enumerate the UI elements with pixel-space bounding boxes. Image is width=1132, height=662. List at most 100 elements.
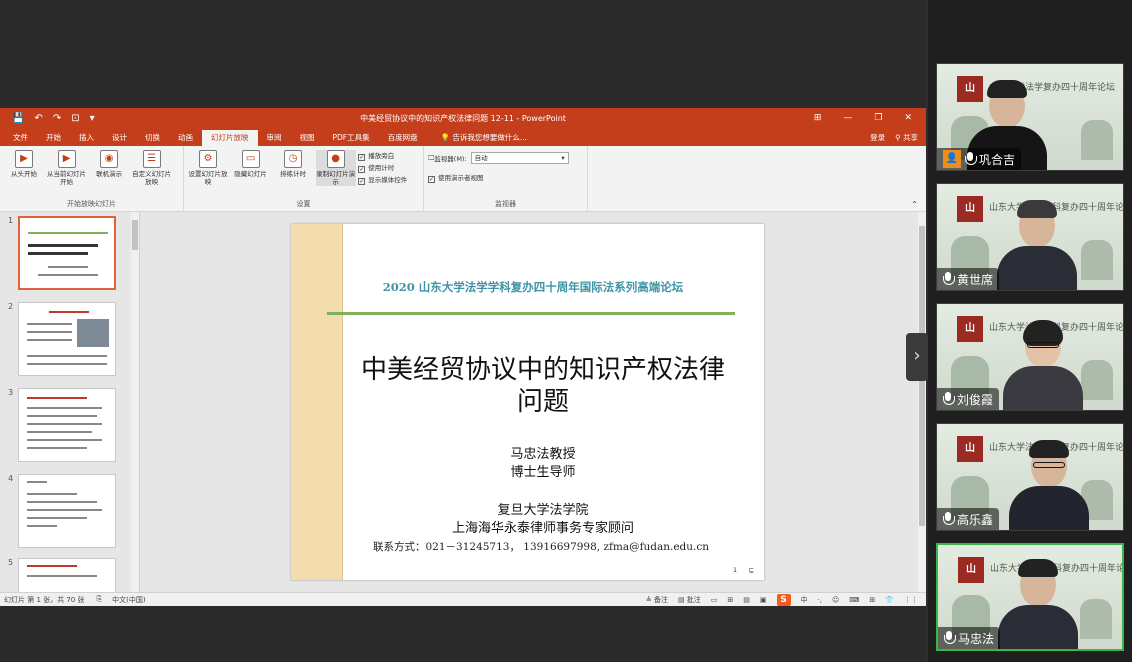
slide-thumbnail-5[interactable]	[18, 558, 116, 592]
setup-show-label: 设置幻灯片放映	[188, 170, 228, 186]
tab-view[interactable]: 视图	[291, 130, 324, 146]
ime-punctuation[interactable]: ·,	[818, 596, 822, 604]
ribbon: ▶ 从头开始 ▶ 从当前幻灯片开始 ◉ 联机演示 ☰ 自定义幻灯片放映 开始放映幻灯片 …	[0, 146, 926, 212]
participant-name-bar: 👤 巩合吉	[937, 148, 1022, 170]
ribbon-display-icon[interactable]: ⊞	[814, 113, 822, 123]
participant-name: 高乐鑫	[957, 512, 994, 527]
globe-icon: ◉	[100, 150, 119, 168]
close-icon[interactable]: ✕	[904, 113, 912, 123]
tab-animations[interactable]: 动画	[169, 130, 202, 146]
ime-emoji-icon[interactable]: ☺	[832, 596, 839, 604]
slide-thumbnail-4[interactable]	[18, 474, 116, 548]
tab-pdf-tools[interactable]: PDF工具集	[324, 130, 379, 146]
slide-contact: 联系方式：021－31245713， 13916697998, zfma@fud…	[372, 541, 710, 553]
tell-me-box[interactable]: 💡 告诉我您想要做什么...	[427, 130, 527, 146]
window-buttons: ⊞ — ❐ ✕	[814, 113, 926, 123]
presenter-name: 马忠法教授	[510, 447, 576, 462]
show-media-controls-checkbox[interactable]: ✓ 显示媒体控件	[358, 174, 407, 186]
hide-slide-button[interactable]: ▭ 隐藏幻灯片	[231, 150, 271, 178]
participant-tile[interactable]: 山 山东大学法学学科复办四十周年论坛 黄世席	[936, 183, 1124, 291]
ime-keyboard-icon[interactable]: ⌨	[849, 596, 859, 604]
participant-name-bar: 黄世席	[937, 268, 1000, 290]
screen-share-area: 💾 ↶ ↷ ⊡ ▾ 中美经贸协议中的知识产权法律问题 12-11 - Power…	[0, 0, 926, 662]
hide-slide-label: 隐藏幻灯片	[234, 170, 267, 178]
meeting-screen: 💾 ↶ ↷ ⊡ ▾ 中美经贸协议中的知识产权法律问题 12-11 - Power…	[0, 0, 1132, 662]
restore-icon[interactable]: ❐	[874, 113, 882, 123]
ribbon-group-start-show: ▶ 从头开始 ▶ 从当前幻灯片开始 ◉ 联机演示 ☰ 自定义幻灯片放映 开始放映幻灯片	[0, 146, 184, 211]
participant-tile[interactable]: 山 山东大学法学复办四十周年论坛 👤 巩合吉	[936, 63, 1124, 171]
university-logo: 山	[957, 436, 983, 462]
participant-tile-active-speaker[interactable]: 山 山东大学法学学科复办四十周年论坛 马忠法	[936, 543, 1124, 651]
slide-thumbnail-2[interactable]	[18, 302, 116, 376]
participant-tile[interactable]: 山 山东大学法学学科复办四十周年论坛 刘俊霞	[936, 303, 1124, 411]
setup-show-button[interactable]: ⚙ 设置幻灯片放映	[188, 150, 228, 186]
from-beginning-button[interactable]: ▶ 从头开始	[4, 150, 44, 178]
slide-institution: 复旦大学法学院 上海海华永泰律师事务专家顾问	[343, 502, 743, 538]
participant-name-bar: 刘俊霞	[937, 388, 1000, 410]
thumb-number: 5	[8, 558, 14, 567]
from-current-button[interactable]: ▶ 从当前幻灯片开始	[47, 150, 87, 186]
spellcheck-icon[interactable]: ⎘	[97, 595, 103, 604]
tab-transitions[interactable]: 切换	[136, 130, 169, 146]
comments-button[interactable]: ▤ 批注	[678, 595, 701, 605]
ime-skin-icon[interactable]: 👕	[885, 596, 894, 604]
participant-name: 黄世席	[957, 272, 994, 287]
title-bar: 💾 ↶ ↷ ⊡ ▾ 中美经贸协议中的知识产权法律问题 12-11 - Power…	[0, 108, 926, 128]
slide-editing-pane: 2020 山东大学法学学科复办四十周年国际法系列高端论坛 中美经贸协议中的知识产…	[141, 212, 926, 592]
slide-thumbnail-1[interactable]	[18, 216, 116, 290]
ribbon-group-monitors: 🖵 监视器(M): 自动 ▾ ✓ 使用演示者视图 监视器	[424, 146, 588, 211]
tab-home[interactable]: 开始	[37, 130, 70, 146]
play-narration-label: 播放旁白	[368, 152, 395, 160]
setup-checkboxes: ✓ 播放旁白 ✓ 使用计时 ✓ 显示媒体控件	[358, 150, 407, 186]
group-label-start-show: 开始放映幻灯片	[67, 200, 116, 208]
slide-count: 幻灯片 第 1 张，共 70 张	[4, 595, 85, 604]
microphone-icon	[965, 152, 977, 166]
use-timings-checkbox[interactable]: ✓ 使用计时	[358, 162, 407, 174]
current-slide[interactable]: 2020 山东大学法学学科复办四十周年国际法系列高端论坛 中美经贸协议中的知识产…	[291, 224, 764, 580]
tab-insert[interactable]: 插入	[70, 130, 103, 146]
play-narration-checkbox[interactable]: ✓ 播放旁白	[358, 150, 407, 162]
share-label: 共享	[903, 133, 918, 142]
share-button[interactable]: ⚲ 共享	[895, 130, 918, 146]
next-page-button[interactable]: ›	[906, 333, 928, 381]
presenter-view-checkbox[interactable]: ✓ 使用演示者视图	[428, 172, 583, 184]
tab-baidu-pan[interactable]: 百度网盘	[379, 130, 427, 146]
slide-page-number: 1 ⊑	[733, 567, 754, 574]
participant-video	[1009, 440, 1089, 530]
ime-toolbox-icon[interactable]: ⊞	[869, 596, 875, 604]
thumb-number: 2	[8, 302, 14, 311]
tab-file[interactable]: 文件	[4, 130, 37, 146]
ime-more-icon[interactable]: ⋮⋮	[904, 596, 918, 604]
participant-gallery: 山 山东大学法学复办四十周年论坛 👤 巩合吉 山 山东大学法学学科复办四十周年论…	[928, 0, 1132, 662]
collapse-ribbon-icon[interactable]: ⌃	[911, 200, 918, 209]
slide-main-title: 中美经贸协议中的知识产权法律 问题	[343, 354, 743, 418]
slide-title-line2: 问题	[516, 387, 569, 417]
monitor-dropdown[interactable]: 自动 ▾	[470, 152, 569, 164]
monitor-select-row: 🖵 监视器(M): 自动 ▾	[428, 152, 583, 164]
slide-thumbnail-3[interactable]	[18, 388, 116, 462]
tab-review[interactable]: 审阅	[258, 130, 291, 146]
slideshow-view-icon[interactable]: ▣	[760, 596, 767, 604]
slide-presenter: 马忠法教授 博士生导师	[343, 446, 743, 482]
thumbnail-scrollbar[interactable]	[131, 212, 139, 592]
record-show-button[interactable]: ● 录制幻灯片演示	[315, 150, 356, 186]
slide-scrollbar[interactable]	[918, 212, 926, 592]
login-link[interactable]: 登录	[870, 130, 885, 146]
notes-button[interactable]: ≜ 备注	[646, 595, 668, 605]
ime-chinese[interactable]: 中	[801, 595, 808, 605]
normal-view-icon[interactable]: ▭	[711, 596, 718, 604]
thumb-number: 1	[8, 216, 14, 225]
participant-name: 马忠法	[958, 631, 995, 646]
slide-sorter-icon[interactable]: ⊞	[727, 596, 733, 604]
custom-show-button[interactable]: ☰ 自定义幻灯片放映	[132, 150, 172, 186]
sogou-ime-icon[interactable]: S	[776, 593, 791, 606]
tab-slideshow[interactable]: 幻灯片放映	[202, 130, 258, 146]
reading-view-icon[interactable]: ▤	[743, 596, 750, 604]
microphone-icon	[943, 272, 955, 286]
language-status[interactable]: 中文(中国)	[112, 595, 145, 605]
tab-design[interactable]: 设计	[103, 130, 136, 146]
online-present-button[interactable]: ◉ 联机演示	[89, 150, 129, 178]
participant-tile[interactable]: 山 山东大学法学学科复办四十周年论坛 高乐鑫	[936, 423, 1124, 531]
minimize-icon[interactable]: —	[843, 113, 852, 123]
rehearse-timing-button[interactable]: ◷ 排练计时	[273, 150, 313, 178]
